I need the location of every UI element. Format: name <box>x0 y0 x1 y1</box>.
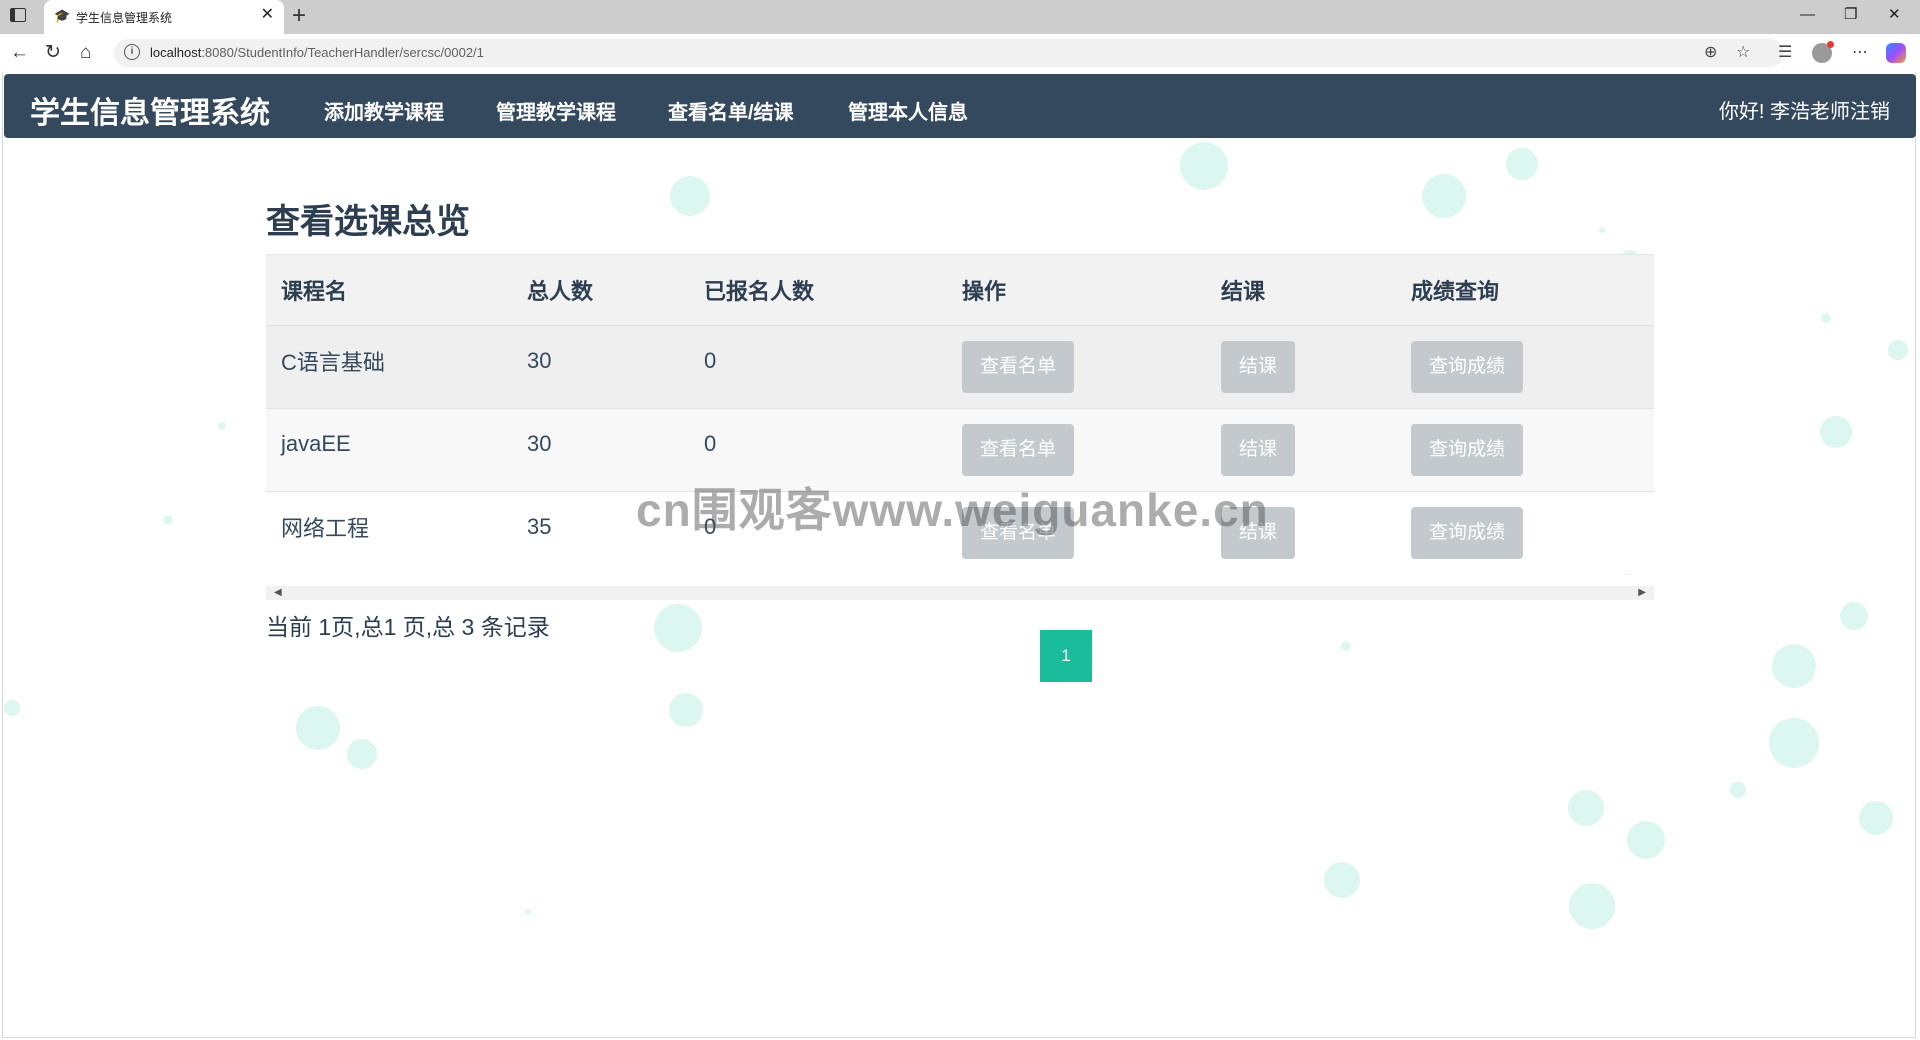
app-navbar: 学生信息管理系统 添加教学课程 管理教学课程 查看名单/结课 管理本人信息 你好… <box>4 74 1916 138</box>
finish-course-button[interactable]: 结课 <box>1221 341 1296 393</box>
view-list-button[interactable]: 查看名单 <box>962 341 1075 393</box>
greeting-text: 你好! <box>1718 101 1765 123</box>
browser-tab[interactable]: 🎓 学生信息管理系统 ✕ <box>44 0 284 34</box>
view-list-button[interactable]: 查看名单 <box>962 424 1075 476</box>
enrolled-cell: 0 <box>689 325 947 409</box>
zoom-icon[interactable]: ⊕ <box>1704 43 1717 63</box>
window-close-icon[interactable]: ✕ <box>1888 6 1901 24</box>
user-greeting: 你好! 李浩老师注销 <box>1719 95 1890 124</box>
tab-actions-icon[interactable] <box>10 8 26 22</box>
back-icon[interactable]: ← <box>10 42 29 64</box>
table-header-row: 课程名 总人数 已报名人数 操作 结课 成绩查询 <box>266 254 1654 326</box>
favorites-list-icon[interactable]: ☰ <box>1778 43 1792 63</box>
nav-manage-profile[interactable]: 管理本人信息 <box>848 96 968 125</box>
more-menu-icon[interactable]: ⋯ <box>1852 43 1868 63</box>
url-input[interactable]: i localhost:8080/StudentInfo/TeacherHand… <box>114 39 1784 67</box>
copilot-icon[interactable] <box>1886 43 1906 63</box>
profile-avatar-icon[interactable] <box>1812 41 1834 63</box>
page-title: 查看选课总览 <box>266 203 470 241</box>
query-grades-button[interactable]: 查询成绩 <box>1411 424 1524 476</box>
restore-icon[interactable]: ❐ <box>1844 6 1857 24</box>
site-info-icon[interactable]: i <box>124 44 140 60</box>
pagination-info: 当前 1页,总1 页,总 3 条记录 <box>266 614 550 640</box>
page-viewport: 学生信息管理系统 添加教学课程 管理教学课程 查看名单/结课 管理本人信息 你好… <box>0 72 1920 1040</box>
finish-cell: 结课 <box>1206 325 1396 409</box>
home-icon[interactable]: ⌂ <box>80 42 91 64</box>
nav-add-course[interactable]: 添加教学课程 <box>324 96 444 125</box>
table-row: C语言基础 30 0 查看名单 结课 查询成绩 <box>266 325 1654 409</box>
browser-address-bar: ← ↻ ⌂ i localhost:8080/StudentInfo/Teach… <box>0 34 1920 72</box>
col-course-name: 课程名 <box>266 254 512 326</box>
tab-close-icon[interactable]: ✕ <box>261 7 274 23</box>
finish-course-button[interactable]: 结课 <box>1221 424 1296 476</box>
scroll-right-arrow-icon[interactable]: ▶ <box>1638 587 1646 598</box>
course-name-cell: javaEE <box>266 408 512 492</box>
url-text: localhost:8080/StudentInfo/TeacherHandle… <box>150 45 484 60</box>
browser-tab-bar: 🎓 学生信息管理系统 ✕ + — ❐ ✕ <box>0 0 1920 34</box>
grades-cell: 查询成绩 <box>1396 325 1654 409</box>
col-finish: 结课 <box>1206 254 1396 326</box>
site-favicon-icon: 🎓 <box>54 8 71 23</box>
query-grades-button[interactable]: 查询成绩 <box>1411 507 1524 559</box>
total-cell: 30 <box>512 325 689 409</box>
new-tab-icon[interactable]: + <box>292 3 306 29</box>
scroll-left-arrow-icon[interactable]: ◀ <box>274 587 282 598</box>
grades-cell: 查询成绩 <box>1396 408 1654 492</box>
col-enrolled: 已报名人数 <box>689 254 947 326</box>
query-grades-button[interactable]: 查询成绩 <box>1411 341 1524 393</box>
watermark-text: cn围观客www.weiguanke.cn <box>636 484 1269 536</box>
grades-cell: 查询成绩 <box>1396 491 1654 574</box>
col-total: 总人数 <box>512 254 689 326</box>
nav-manage-course[interactable]: 管理教学课程 <box>496 96 616 125</box>
course-name-cell: C语言基础 <box>266 325 512 409</box>
reload-icon[interactable]: ↻ <box>45 42 61 64</box>
nav-view-list-finish[interactable]: 查看名单/结课 <box>668 96 794 125</box>
favorite-star-icon[interactable]: ☆ <box>1736 43 1750 63</box>
tab-title: 学生信息管理系统 <box>76 11 173 25</box>
col-grades: 成绩查询 <box>1396 254 1654 326</box>
action-cell: 查看名单 <box>947 325 1206 409</box>
logout-link[interactable]: 老师注销 <box>1810 101 1890 123</box>
brand-title[interactable]: 学生信息管理系统 <box>30 88 270 132</box>
table-horizontal-scrollbar[interactable]: ◀ ▶ <box>266 586 1654 600</box>
user-name: 李浩 <box>1770 101 1810 123</box>
course-name-cell: 网络工程 <box>266 491 512 574</box>
page-1-button[interactable]: 1 <box>1040 630 1092 682</box>
minimize-icon[interactable]: — <box>1800 6 1815 24</box>
col-action: 操作 <box>947 254 1206 326</box>
